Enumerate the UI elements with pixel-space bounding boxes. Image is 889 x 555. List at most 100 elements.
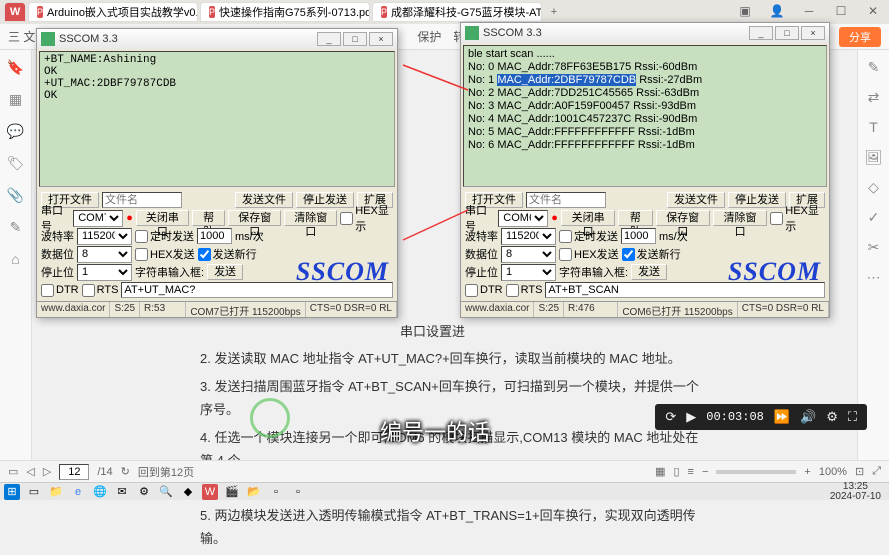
timed-send-check[interactable]: 定时发送 <box>559 228 618 244</box>
hex-display-check[interactable]: HEX显示 <box>770 202 825 234</box>
explorer-icon[interactable]: 📁 <box>48 484 64 500</box>
help-button[interactable]: 帮助 <box>192 210 225 226</box>
task-view-icon[interactable]: ▭ <box>26 484 42 500</box>
send-button[interactable]: 发送 <box>207 264 243 280</box>
fullscreen-icon[interactable]: ⛶ <box>848 409 857 425</box>
interval-input[interactable] <box>621 228 656 244</box>
interval-input[interactable] <box>197 228 232 244</box>
minimize-button[interactable]: ─ <box>797 2 821 20</box>
browser-tab-home[interactable]: W <box>4 2 26 22</box>
loop-icon[interactable]: ⟳ <box>665 409 676 425</box>
close-button[interactable]: × <box>801 26 825 40</box>
add-tab-button[interactable]: + <box>544 6 564 18</box>
single-page-icon[interactable]: ▯ <box>673 465 679 478</box>
continuous-icon[interactable]: ≡ <box>688 466 694 478</box>
send-newline-check[interactable]: 发送新行 <box>198 246 257 262</box>
baud-select[interactable]: 115200 <box>501 228 556 245</box>
image-icon[interactable]: 🖼 <box>865 148 883 166</box>
clear-window-button[interactable]: 清除窗口 <box>713 210 767 226</box>
dtr-check[interactable]: DTR <box>465 284 503 297</box>
start-button[interactable]: ⊞ <box>4 484 20 500</box>
page-input[interactable] <box>59 464 89 480</box>
signature-icon[interactable]: ✎ <box>7 218 25 236</box>
app-icon[interactable]: ▫ <box>268 484 284 500</box>
maximize-button[interactable]: □ <box>343 32 367 46</box>
menu-button[interactable]: 三 文 <box>8 28 35 45</box>
sscom1-titlebar[interactable]: SSCOM 3.3 _ □ × <box>37 29 397 49</box>
baud-select[interactable]: 115200 <box>77 228 132 245</box>
minimize-button[interactable]: _ <box>749 26 773 40</box>
send-newline-check[interactable]: 发送新行 <box>622 246 681 262</box>
stamp-icon[interactable]: ✓ <box>865 208 883 226</box>
maximize-button[interactable]: □ <box>775 26 799 40</box>
more-icon[interactable]: ⋯ <box>865 268 883 286</box>
refresh-icon[interactable]: ↻ <box>121 465 130 478</box>
send-file-button[interactable]: 发送文件 <box>235 192 293 208</box>
expand-icon[interactable]: ⤢ <box>872 465 881 478</box>
sscom2-titlebar[interactable]: SSCOM 3.3 _ □ × <box>461 23 829 43</box>
next-page-icon[interactable]: ▷ <box>43 465 51 478</box>
minimize-button[interactable]: _ <box>317 32 341 46</box>
edge-icon[interactable]: e <box>70 484 86 500</box>
speed-icon[interactable]: ⏩ <box>774 409 790 425</box>
bookmark-icon[interactable]: 🔖 <box>7 58 25 76</box>
share-button[interactable]: 分享 <box>839 27 881 47</box>
chrome-icon[interactable]: 🌐 <box>92 484 108 500</box>
layout-icon[interactable]: ▦ <box>655 465 665 478</box>
user-icon[interactable]: 👤 <box>765 2 789 20</box>
system-clock[interactable]: 13:25 2024-07-10 <box>830 482 885 502</box>
send-file-button[interactable]: 发送文件 <box>667 192 725 208</box>
video-editor-icon[interactable]: 🎬 <box>224 484 240 500</box>
browser-tab-3[interactable]: P成都泽耀科技-G75蓝牙模块-AT指令... <box>372 2 542 22</box>
hex-send-check[interactable]: HEX发送 <box>135 246 195 262</box>
play-icon[interactable]: ▶ <box>686 409 696 425</box>
close-port-button[interactable]: 关闭串口 <box>561 210 615 226</box>
edit-icon[interactable]: ✎ <box>865 58 883 76</box>
hex-display-check[interactable]: HEX显示 <box>340 202 393 234</box>
rts-check[interactable]: RTS <box>82 284 119 297</box>
port-select[interactable]: COM7 <box>73 210 123 227</box>
attachment-icon[interactable]: 📎 <box>7 186 25 204</box>
dtr-check[interactable]: DTR <box>41 284 79 297</box>
hex-send-check[interactable]: HEX发送 <box>559 246 619 262</box>
shape-icon[interactable]: ◇ <box>865 178 883 196</box>
convert-icon[interactable]: ⇄ <box>865 88 883 106</box>
close-port-button[interactable]: 关闭串口 <box>136 210 189 226</box>
mail-icon[interactable]: ✉ <box>114 484 130 500</box>
port-select[interactable]: COM6 <box>498 210 548 227</box>
zoom-out-icon[interactable]: − <box>702 466 708 478</box>
stopbits-select[interactable]: 1 <box>77 264 132 281</box>
settings-icon[interactable]: ⚙ <box>826 409 838 425</box>
save-window-button[interactable]: 保存窗口 <box>228 210 281 226</box>
browser-tab-1[interactable]: PArduino嵌入式项目实战教学v0.5... <box>28 2 198 22</box>
filename-input[interactable] <box>102 192 182 208</box>
databits-select[interactable]: 8 <box>77 246 132 263</box>
filename-input[interactable] <box>526 192 606 208</box>
wps-icon[interactable]: W <box>202 484 218 500</box>
tag-icon[interactable]: 🏷 <box>7 154 25 172</box>
app-icon[interactable]: ◆ <box>180 484 196 500</box>
search-icon[interactable]: 🔍 <box>158 484 174 500</box>
text-icon[interactable]: T <box>865 118 883 136</box>
fit-icon[interactable]: ⊡ <box>855 465 864 478</box>
stopbits-select[interactable]: 1 <box>501 264 556 281</box>
browser-tab-2[interactable]: P快速操作指南G75系列-0713.pdf <box>200 2 370 22</box>
volume-icon[interactable]: 🔊 <box>800 409 816 425</box>
timed-send-check[interactable]: 定时发送 <box>135 228 194 244</box>
close-button[interactable]: ✕ <box>861 2 885 20</box>
save-window-button[interactable]: 保存窗口 <box>656 210 710 226</box>
maximize-button[interactable]: ☐ <box>829 2 853 20</box>
protect-button[interactable]: 保护 <box>417 28 441 45</box>
zoom-slider[interactable] <box>716 470 796 474</box>
close-button[interactable]: × <box>369 32 393 46</box>
zoom-in-icon[interactable]: + <box>804 466 810 478</box>
databits-select[interactable]: 8 <box>501 246 556 263</box>
crop-icon[interactable]: ✂ <box>865 238 883 256</box>
app-icon[interactable]: ▫ <box>290 484 306 500</box>
rts-check[interactable]: RTS <box>506 284 543 297</box>
help-button[interactable]: 帮助 <box>618 210 652 226</box>
send-button[interactable]: 发送 <box>631 264 667 280</box>
sscom2-terminal[interactable]: ble start scan ...... No: 0 MAC_Addr:78F… <box>463 45 827 187</box>
settings-icon[interactable]: ⚙ <box>136 484 152 500</box>
prev-page-icon[interactable]: ◁ <box>26 465 34 478</box>
